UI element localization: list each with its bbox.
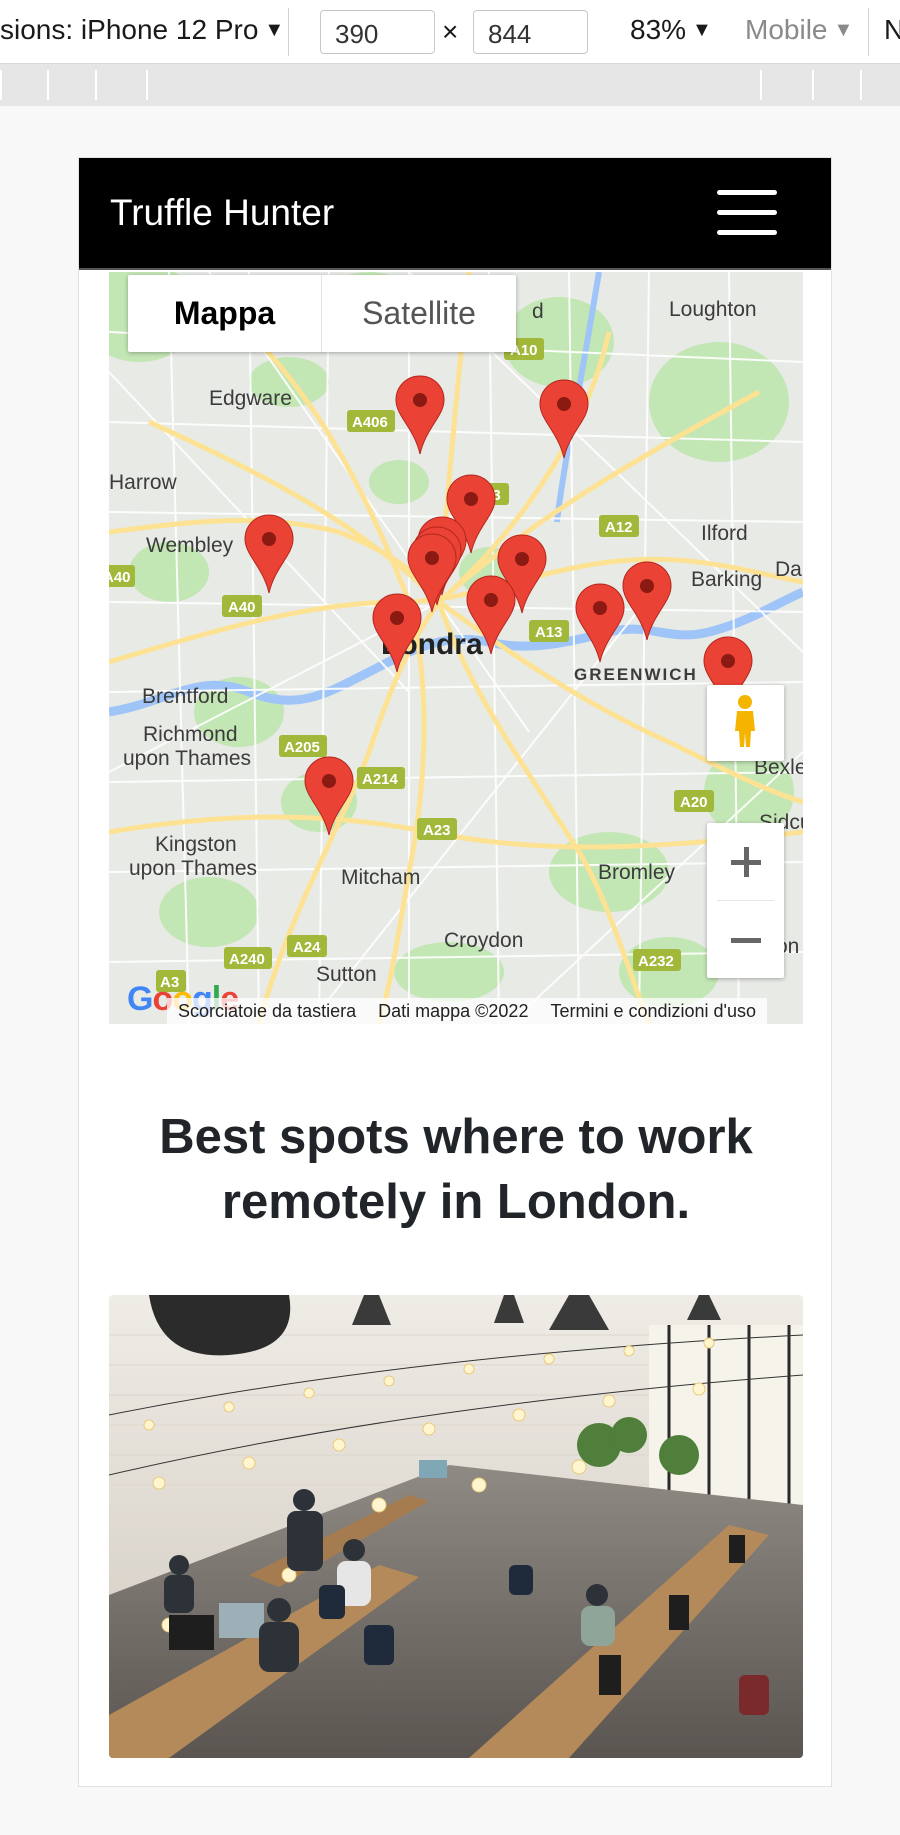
map-footer: Scorciatoie da tastiera Dati mappa ©2022… <box>167 998 767 1024</box>
width-input[interactable]: 390 <box>320 10 435 54</box>
hamburger-icon[interactable] <box>717 190 777 236</box>
map-marker[interactable] <box>575 583 625 663</box>
divider <box>288 8 289 56</box>
pegman-icon[interactable] <box>707 685 784 761</box>
brand-logo[interactable]: Truffle Hunter <box>110 192 334 234</box>
navbar: Truffle Hunter <box>79 158 831 270</box>
map-marker[interactable] <box>244 514 294 594</box>
more-text: N <box>884 14 900 45</box>
mode-select[interactable]: Mobile ▼ <box>745 14 853 46</box>
map-markers <box>244 375 753 836</box>
page-heading: Best spots where to work remotely in Lon… <box>159 1110 753 1229</box>
map-marker[interactable] <box>539 379 589 459</box>
chevron-down-icon: ▼ <box>264 19 285 41</box>
device-viewport: Truffle Hunter A10 A406 A12 A40 40 A13 A… <box>78 157 832 1787</box>
map-marker[interactable] <box>395 375 445 455</box>
minus-icon <box>730 937 761 943</box>
map-type-map-button[interactable]: Mappa <box>128 275 322 352</box>
chevron-down-icon: ▼ <box>833 19 854 41</box>
times-sign: × <box>442 16 459 47</box>
keyboard-shortcuts-link[interactable]: Scorciatoie da tastiera <box>167 1001 367 1022</box>
map-type-control: Mappa Satellite <box>128 275 516 352</box>
zoom-in-button[interactable] <box>707 823 784 900</box>
zoom-out-button[interactable] <box>707 901 784 978</box>
devtools-toolbar: sions: iPhone 12 Pro ▼ 390 × 844 83% ▼ Mob… <box>0 0 900 64</box>
terms-link[interactable]: Termini e condizioni d'uso <box>539 1001 767 1022</box>
map-marker[interactable] <box>407 533 457 613</box>
chevron-down-icon: ▼ <box>692 19 712 41</box>
map-type-satellite-button[interactable]: Satellite <box>322 275 516 352</box>
map-marker[interactable] <box>372 593 422 673</box>
map-marker[interactable] <box>466 575 516 655</box>
map[interactable]: A10 A406 A12 A40 A40 A13 A205 A214 A20 A… <box>109 272 803 1024</box>
plus-icon <box>730 846 761 877</box>
height-input[interactable]: 844 <box>473 10 588 54</box>
coworking-photo <box>109 1295 803 1758</box>
divider <box>868 8 869 56</box>
map-marker[interactable] <box>304 756 354 836</box>
zoom-control <box>707 823 784 978</box>
map-marker[interactable] <box>622 561 672 641</box>
map-data-text: Dati mappa ©2022 <box>378 1000 529 1021</box>
device-select[interactable]: sions: iPhone 12 Pro ▼ <box>0 14 284 46</box>
zoom-select[interactable]: 83% ▼ <box>630 14 712 46</box>
media-query-ruler <box>0 64 900 106</box>
